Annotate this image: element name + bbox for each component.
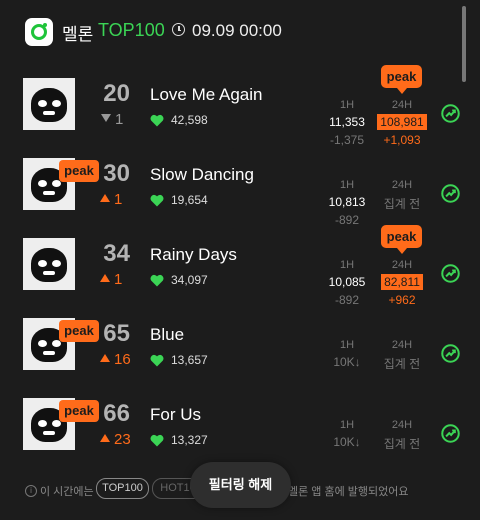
- peak-badge: peak: [59, 160, 99, 182]
- chart-name: TOP100: [98, 20, 165, 40]
- col-label-1h: 1H: [339, 339, 355, 351]
- rank-change: 1: [101, 111, 133, 128]
- value-1h: 10K↓: [333, 355, 361, 369]
- chart-row[interactable]: 34 1 Rainy Days 34,097 peak 1H 24H 10,085 -892 82…: [0, 211, 480, 307]
- arrow-up-icon: [100, 194, 110, 202]
- song-title[interactable]: Slow Dancing: [150, 165, 254, 185]
- clear-filter-button[interactable]: 필터링 해제: [190, 462, 291, 508]
- rank-change-value: 23: [114, 431, 131, 448]
- col-label-24h: 24H: [391, 419, 413, 431]
- chart-row[interactable]: 20 1 Love Me Again 42,598 peak 1H 24H 11,353 -1,…: [0, 51, 480, 147]
- value-24h: 집계 전: [383, 357, 421, 371]
- song-title[interactable]: Rainy Days: [150, 245, 237, 265]
- arrow-up-icon: [100, 274, 110, 282]
- col-label-1h: 1H: [339, 419, 355, 431]
- album-art[interactable]: [23, 238, 75, 290]
- peak-bubble: peak: [381, 65, 422, 94]
- heart-icon[interactable]: [150, 274, 164, 287]
- melon-logo-icon[interactable]: [25, 18, 53, 46]
- peak-bubble: peak: [381, 225, 422, 254]
- peak-badge: peak: [59, 320, 99, 342]
- pill-top100[interactable]: TOP100: [96, 478, 149, 499]
- col-label-24h: 24H: [391, 99, 413, 111]
- value-24h: 집계 전: [383, 437, 421, 451]
- heart-icon[interactable]: [150, 194, 164, 207]
- col-label-1h: 1H: [339, 99, 355, 111]
- rank-change: 1: [100, 191, 132, 208]
- rank-change: 16: [100, 351, 132, 368]
- rank-change-value: 16: [114, 351, 131, 368]
- rank-change: 1: [100, 271, 132, 288]
- col-label-1h: 1H: [339, 259, 355, 271]
- col-label-24h: 24H: [391, 339, 413, 351]
- col-label-24h: 24H: [391, 259, 413, 271]
- heart-icon[interactable]: [150, 114, 164, 127]
- footer-info-prefix: 이 시간에는: [40, 486, 94, 498]
- rank-number: 65: [103, 320, 130, 347]
- rank-change: 23: [100, 431, 132, 448]
- trend-chart-icon[interactable]: [441, 184, 460, 203]
- value-24h-highlight: 108,981: [377, 114, 427, 130]
- brand-name: 멜론: [62, 25, 94, 44]
- value-24h-highlight: 82,811: [381, 274, 423, 290]
- song-title[interactable]: Love Me Again: [150, 85, 262, 105]
- footer: i 이 시간에는 TOP100 HOT10 멜론 앱 홈에 발행되었어요 필터링…: [0, 462, 480, 520]
- value-1h: 10,813: [328, 195, 366, 209]
- footer-info-suffix: 멜론 앱 홈에 발행되었어요: [288, 486, 409, 498]
- arrow-up-icon: [100, 354, 110, 362]
- value-1h: 11,353: [329, 115, 365, 129]
- arrow-down-icon: [101, 114, 111, 122]
- trend-chart-icon[interactable]: [441, 424, 460, 443]
- value-24h: 82,811: [374, 274, 430, 290]
- like-count: 42,598: [171, 113, 208, 127]
- rank-change-value: 1: [114, 191, 123, 208]
- rank-number: 30: [103, 160, 130, 187]
- value-24h: 집계 전: [383, 197, 421, 211]
- col-label-1h: 1H: [339, 179, 355, 191]
- trend-chart-icon[interactable]: [441, 104, 460, 123]
- info-icon: i: [25, 485, 37, 497]
- rank-change-value: 1: [115, 111, 124, 128]
- chart-row[interactable]: peak 66 23 For Us 13,327 1H 24H 10K↓ 집계 전: [0, 371, 480, 451]
- rank-number: 34: [103, 240, 130, 267]
- rank-number: 66: [103, 400, 130, 427]
- value-24h: 108,981: [374, 114, 430, 130]
- heart-icon[interactable]: [150, 354, 164, 367]
- song-title[interactable]: Blue: [150, 325, 184, 345]
- like-count: 13,657: [171, 353, 208, 367]
- chart-row[interactable]: peak 30 1 Slow Dancing 19,654 1H 24H 10,813 -892…: [0, 131, 480, 227]
- clock-icon: [172, 23, 185, 36]
- value-1h: 10K↓: [333, 435, 361, 449]
- value-1h: 10,085: [328, 275, 366, 289]
- trend-chart-icon[interactable]: [441, 344, 460, 363]
- song-title[interactable]: For Us: [150, 405, 201, 425]
- chart-row[interactable]: peak 65 16 Blue 13,657 1H 24H 10K↓ 집계 전: [0, 291, 480, 371]
- rank-number: 20: [103, 80, 130, 107]
- chart-time: 09.09 00:00: [192, 21, 282, 40]
- like-count: 34,097: [171, 273, 208, 287]
- album-art[interactable]: [23, 78, 75, 130]
- like-count: 13,327: [171, 433, 208, 447]
- peak-badge: peak: [59, 400, 99, 422]
- heart-icon[interactable]: [150, 434, 164, 447]
- arrow-up-icon: [100, 434, 110, 442]
- col-label-24h: 24H: [391, 179, 413, 191]
- rank-change-value: 1: [114, 271, 123, 288]
- trend-chart-icon[interactable]: [441, 264, 460, 283]
- like-count: 19,654: [171, 193, 208, 207]
